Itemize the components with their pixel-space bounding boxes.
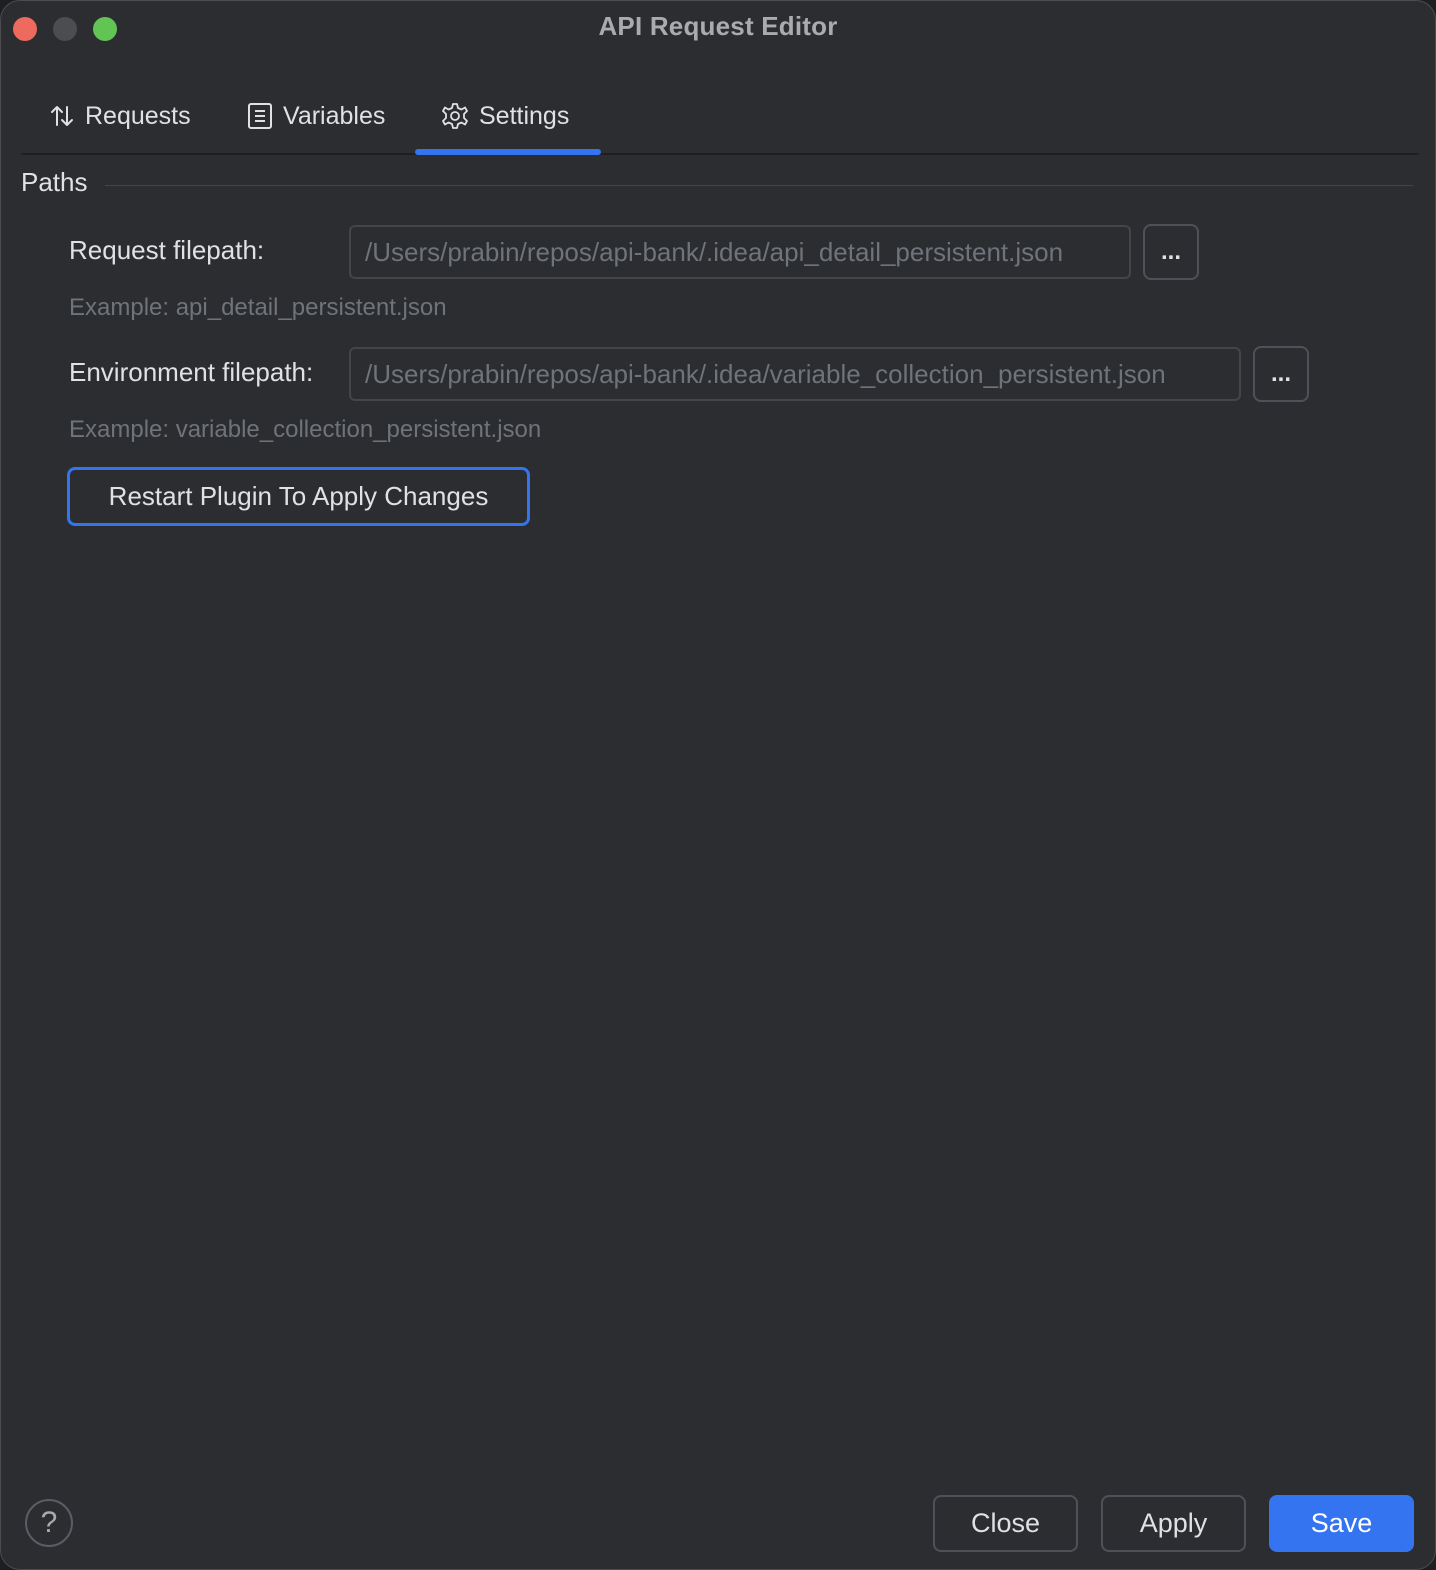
- environment-browse-button[interactable]: ...: [1253, 346, 1309, 402]
- request-browse-button[interactable]: ...: [1143, 224, 1199, 280]
- sort-arrows-icon: [49, 103, 75, 129]
- request-filepath-label: Request filepath:: [69, 235, 265, 265]
- tab-label: Requests: [85, 101, 191, 130]
- selected-tab-indicator: [415, 149, 601, 155]
- environment-filepath-example: Example: variable_collection_persistent.…: [69, 416, 542, 443]
- save-button[interactable]: Save: [1269, 1495, 1414, 1552]
- title-bar[interactable]: API Request Editor: [1, 1, 1435, 57]
- tab-bar: Requests Variables Settings: [21, 79, 1419, 155]
- environment-filepath-input[interactable]: /Users/prabin/repos/api-bank/.idea/varia…: [349, 347, 1241, 401]
- window-title: API Request Editor: [598, 11, 838, 41]
- apply-button[interactable]: Apply: [1101, 1495, 1246, 1552]
- request-filepath-input[interactable]: /Users/prabin/repos/api-bank/.idea/api_d…: [349, 225, 1131, 279]
- tab-variables[interactable]: Variables: [247, 79, 385, 153]
- environment-filepath-label: Environment filepath:: [69, 357, 314, 387]
- dialog-window: API Request Editor Requests Variables Se…: [0, 0, 1436, 1570]
- gear-icon: [441, 102, 469, 130]
- tab-label: Variables: [283, 101, 386, 130]
- section-title: Paths: [21, 167, 88, 197]
- tab-settings[interactable]: Settings: [441, 79, 569, 153]
- restart-plugin-button[interactable]: Restart Plugin To Apply Changes: [67, 467, 530, 526]
- close-button[interactable]: Close: [933, 1495, 1078, 1552]
- section-divider: [105, 185, 1413, 186]
- document-icon: [247, 102, 273, 130]
- request-filepath-example: Example: api_detail_persistent.json: [69, 294, 447, 321]
- tab-label: Settings: [479, 101, 570, 130]
- help-button[interactable]: ?: [25, 1499, 73, 1547]
- tab-requests[interactable]: Requests: [49, 79, 191, 153]
